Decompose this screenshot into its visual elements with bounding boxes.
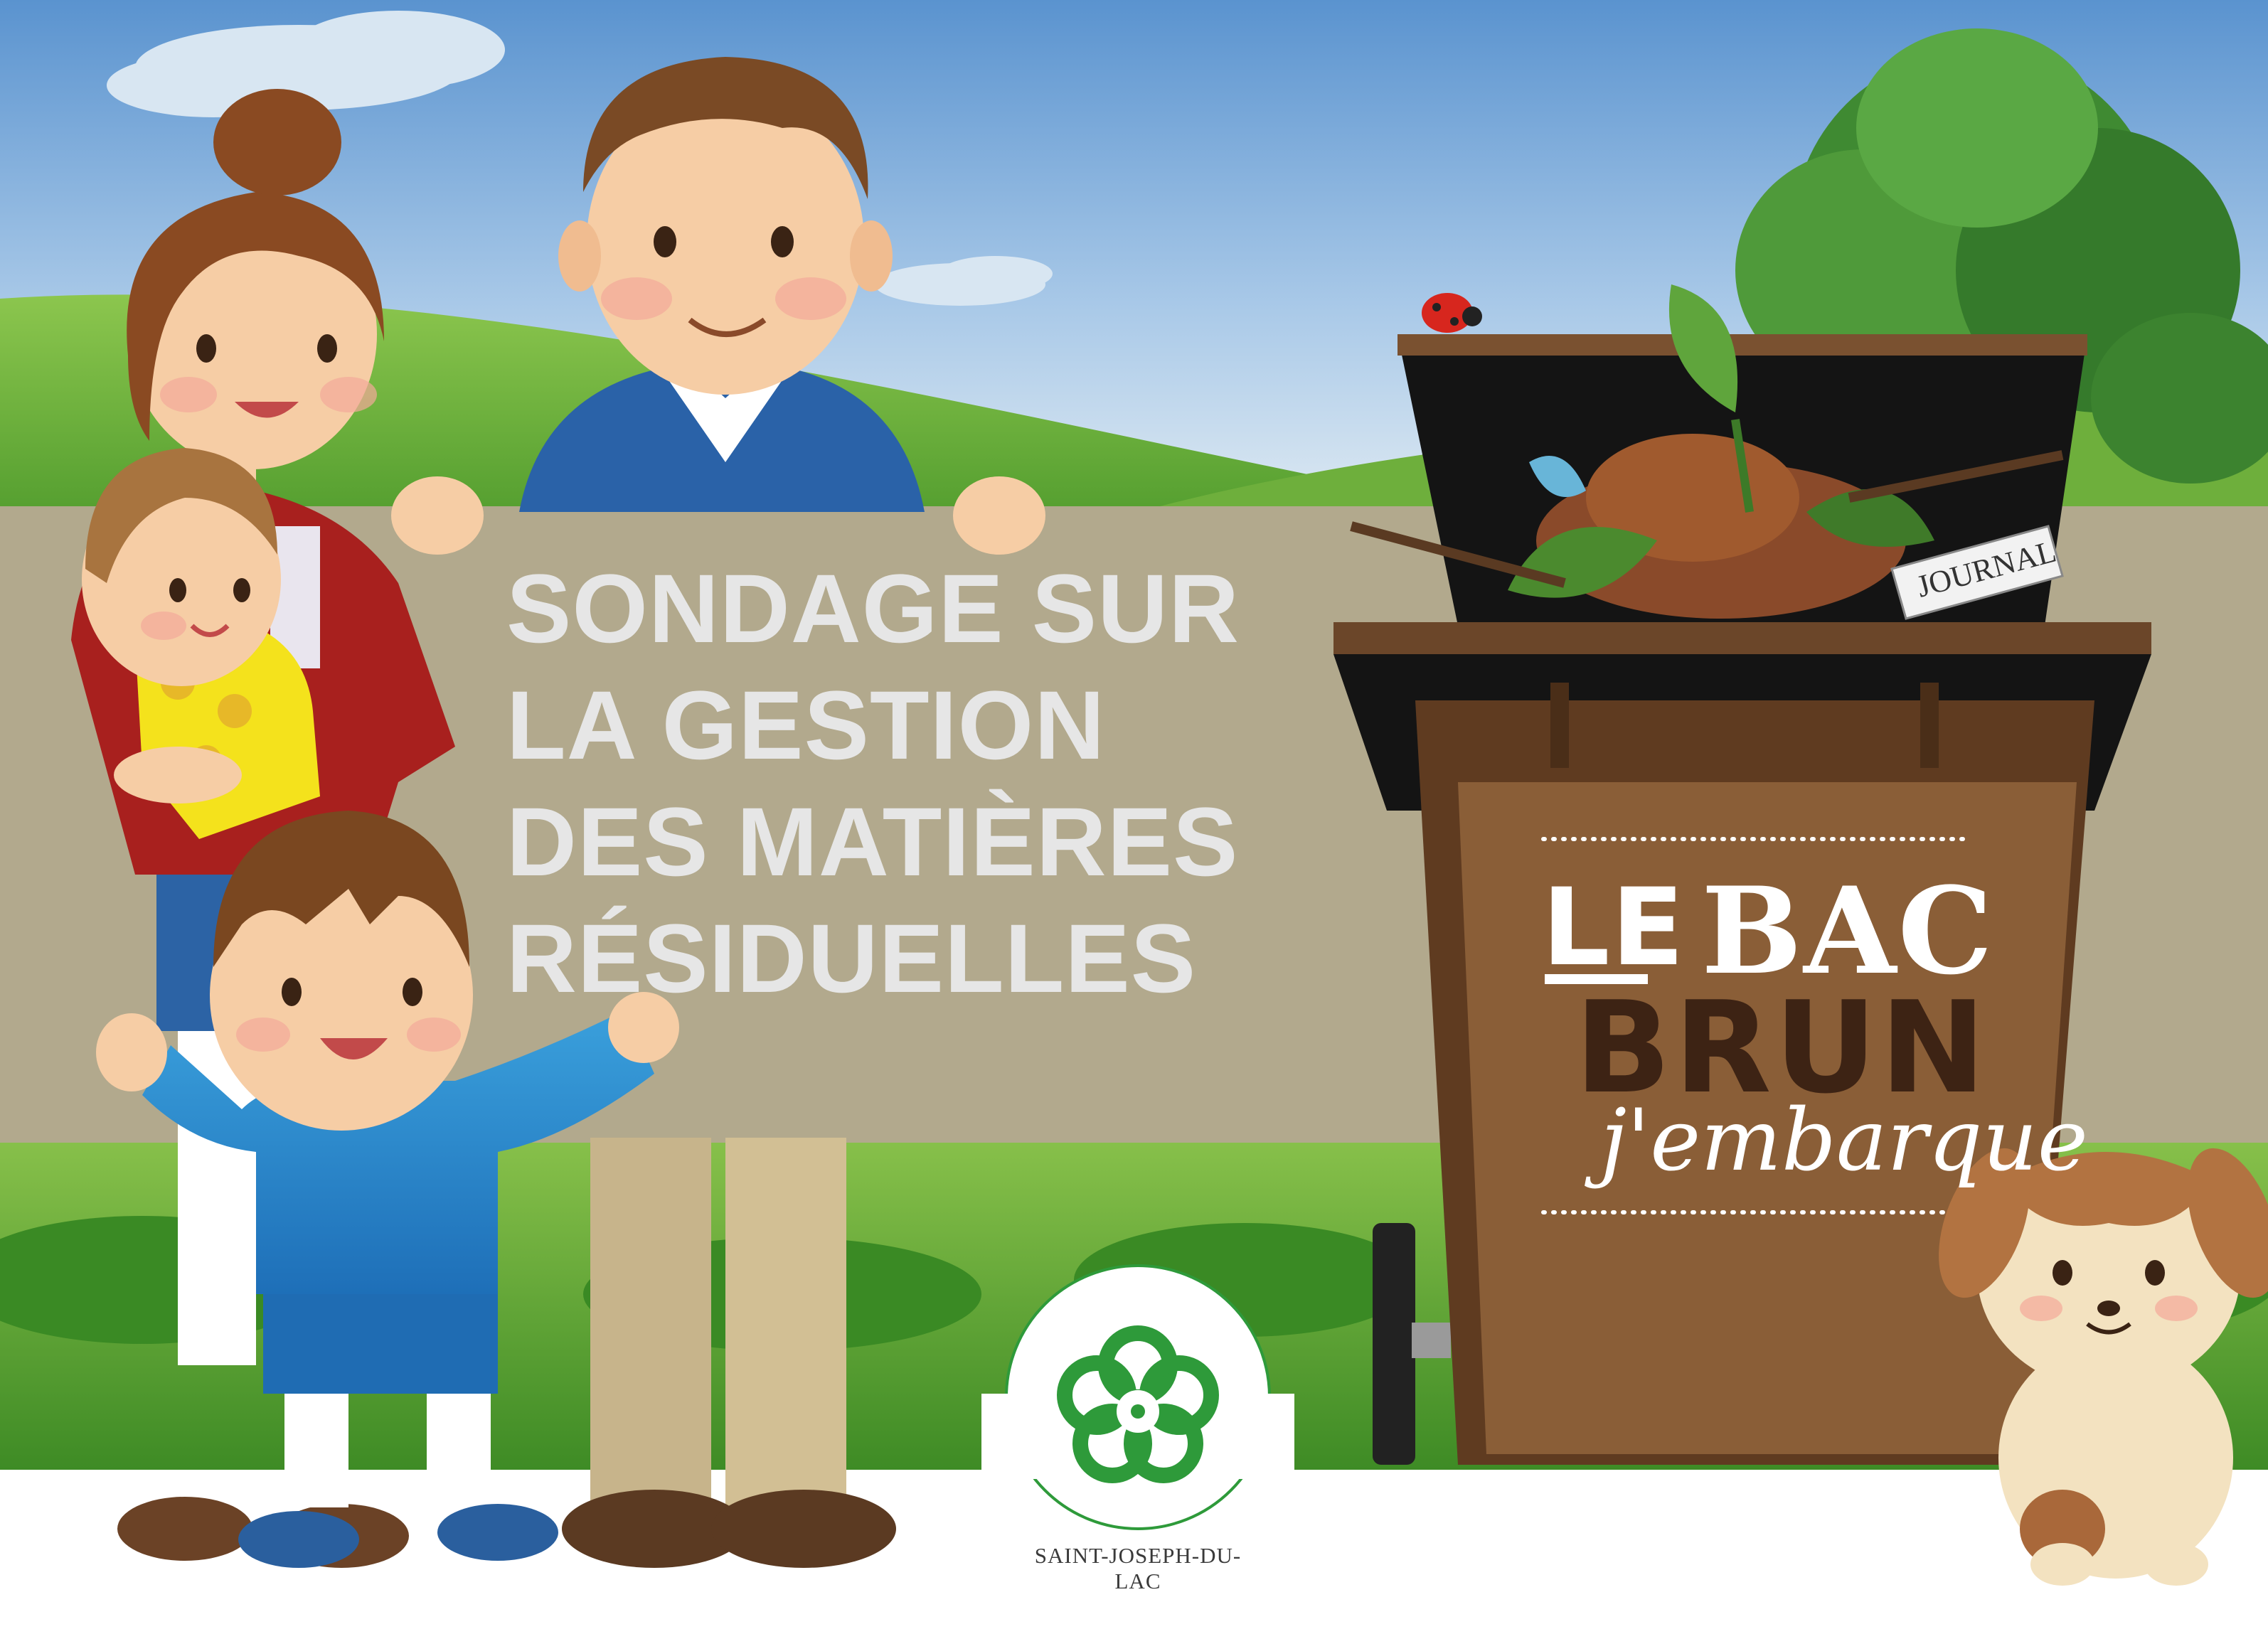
shoe (711, 1490, 896, 1568)
survey-headline: SONDAGE SUR LA GESTION DES MATIÈRES RÉSI… (506, 551, 1360, 1018)
shoe (238, 1511, 359, 1568)
headline-line: RÉSIDUELLES (506, 904, 1197, 1013)
bin-wheel (1373, 1223, 1415, 1465)
headline-line: LA GESTION (506, 671, 1106, 780)
brand-tagline: j'embarque (1600, 1091, 2088, 1190)
headline-line: DES MATIÈRES (506, 788, 1239, 897)
brand-le: LE (1542, 866, 1686, 990)
municipality-name: SAINT-JOSEPH-DU-LAC (1034, 1543, 1242, 1593)
headline-line: SONDAGE SUR (506, 555, 1240, 663)
shoe (117, 1497, 252, 1561)
bin-lid (1397, 334, 2087, 356)
shoe (437, 1504, 558, 1561)
poster: JOURNAL SONDAGE SUR LA GESTION DES MATIÈ… (0, 0, 2268, 1634)
brand-bac: BAC (1701, 860, 1995, 1001)
